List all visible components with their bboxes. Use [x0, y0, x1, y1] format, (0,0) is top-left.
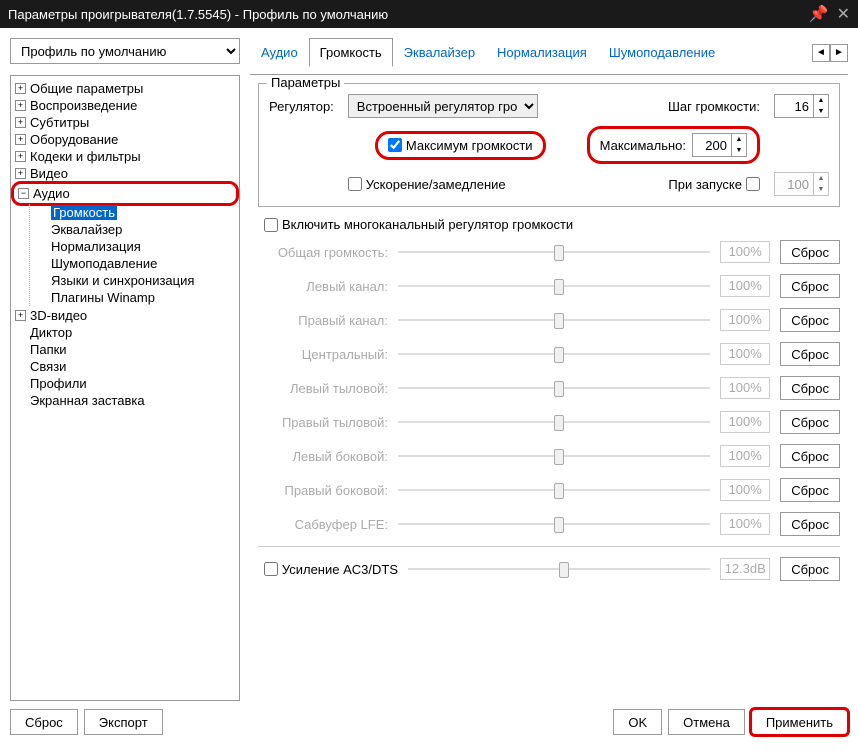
max-label: Максимально:	[600, 138, 686, 153]
channel-slider-0[interactable]	[398, 242, 710, 262]
slider-value-2: 100%	[720, 309, 770, 331]
tree-audio-eq[interactable]: Эквалайзер	[36, 222, 235, 237]
max-volume-checkbox[interactable]: Максимум громкости	[388, 138, 533, 153]
slider-reset-1[interactable]: Сброс	[780, 274, 840, 298]
tree-3d[interactable]: +3D-видео	[15, 308, 235, 323]
tab-scroll-right[interactable]: ►	[830, 44, 848, 62]
apply-button[interactable]: Применить	[751, 709, 848, 735]
tab-volume[interactable]: Громкость	[309, 38, 393, 67]
slider-value-1: 100%	[720, 275, 770, 297]
accel-checkbox[interactable]: Ускорение/замедление	[348, 177, 573, 192]
reset-button[interactable]: Сброс	[10, 709, 78, 735]
tab-normalization[interactable]: Нормализация	[486, 38, 598, 67]
ac3-checkbox[interactable]: Усиление AC3/DTS	[258, 562, 398, 577]
channel-slider-7[interactable]	[398, 480, 710, 500]
tree-audio-volume[interactable]: Громкость	[36, 205, 235, 220]
ok-button[interactable]: OK	[613, 709, 662, 735]
slider-reset-6[interactable]: Сброс	[780, 444, 840, 468]
step-input[interactable]: ▲▼	[774, 94, 829, 118]
channel-slider-1[interactable]	[398, 276, 710, 296]
slider-value-5: 100%	[720, 411, 770, 433]
tree-profiles[interactable]: Профили	[15, 376, 235, 391]
params-title: Параметры	[267, 75, 344, 90]
slider-label-2: Правый канал:	[258, 313, 388, 328]
slider-label-5: Правый тыловой:	[258, 415, 388, 430]
channel-slider-8[interactable]	[398, 514, 710, 534]
slider-label-1: Левый канал:	[258, 279, 388, 294]
tree-audio-winamp[interactable]: Плагины Winamp	[36, 290, 235, 305]
slider-label-8: Сабвуфер LFE:	[258, 517, 388, 532]
channel-slider-6[interactable]	[398, 446, 710, 466]
pin-icon[interactable]: 📌	[809, 4, 829, 24]
tree-subtitles[interactable]: +Субтитры	[15, 115, 235, 130]
tree-audio-norm[interactable]: Нормализация	[36, 239, 235, 254]
tree-assoc[interactable]: Связи	[15, 359, 235, 374]
slider-value-6: 100%	[720, 445, 770, 467]
slider-label-3: Центральный:	[258, 347, 388, 362]
slider-value-8: 100%	[720, 513, 770, 535]
regulator-label: Регулятор:	[269, 99, 334, 114]
slider-label-4: Левый тыловой:	[258, 381, 388, 396]
settings-content: Параметры Регулятор: Встроенный регулято…	[250, 74, 848, 701]
slider-value-7: 100%	[720, 479, 770, 501]
tree-codecs[interactable]: +Кодеки и фильтры	[15, 149, 235, 164]
close-icon[interactable]: ✕	[837, 4, 850, 24]
tab-equalizer[interactable]: Эквалайзер	[393, 38, 486, 67]
tree-audio-lang[interactable]: Языки и синхронизация	[36, 273, 235, 288]
tree-narrator[interactable]: Диктор	[15, 325, 235, 340]
slider-reset-5[interactable]: Сброс	[780, 410, 840, 434]
slider-label-0: Общая громкость:	[258, 245, 388, 260]
channel-slider-3[interactable]	[398, 344, 710, 364]
slider-label-6: Левый боковой:	[258, 449, 388, 464]
tab-scroll-left[interactable]: ◄	[812, 44, 830, 62]
tree-general[interactable]: +Общие параметры	[15, 81, 235, 96]
channel-slider-5[interactable]	[398, 412, 710, 432]
slider-value-3: 100%	[720, 343, 770, 365]
regulator-select[interactable]: Встроенный регулятор гро	[348, 94, 538, 118]
ac3-value: 12.3dB	[720, 558, 770, 580]
multichannel-checkbox[interactable]: Включить многоканальный регулятор громко…	[264, 217, 840, 232]
titlebar: Параметры проигрывателя(1.7.5545) - Проф…	[0, 0, 858, 28]
startup-checkbox[interactable]: При запуске	[587, 177, 760, 192]
cancel-button[interactable]: Отмена	[668, 709, 745, 735]
channel-slider-4[interactable]	[398, 378, 710, 398]
profile-selector[interactable]: Профиль по умолчанию	[10, 38, 240, 64]
window-title: Параметры проигрывателя(1.7.5545) - Проф…	[8, 7, 809, 22]
tree-hardware[interactable]: +Оборудование	[15, 132, 235, 147]
tree-screensaver[interactable]: Экранная заставка	[15, 393, 235, 408]
slider-label-7: Правый боковой:	[258, 483, 388, 498]
slider-reset-2[interactable]: Сброс	[780, 308, 840, 332]
max-input[interactable]: ▲▼	[692, 133, 747, 157]
tab-audio[interactable]: Аудио	[250, 38, 309, 67]
slider-reset-3[interactable]: Сброс	[780, 342, 840, 366]
ac3-reset[interactable]: Сброс	[780, 557, 840, 581]
export-button[interactable]: Экспорт	[84, 709, 163, 735]
tree-audio[interactable]: −Аудио	[11, 181, 239, 206]
tree-playback[interactable]: +Воспроизведение	[15, 98, 235, 113]
tab-bar: Аудио Громкость Эквалайзер Нормализация …	[250, 38, 848, 67]
step-label: Шаг громкости:	[587, 99, 760, 114]
slider-value-4: 100%	[720, 377, 770, 399]
channel-slider-2[interactable]	[398, 310, 710, 330]
tree-video[interactable]: +Видео	[15, 166, 235, 181]
ac3-slider[interactable]	[408, 559, 710, 579]
slider-reset-0[interactable]: Сброс	[780, 240, 840, 264]
tree-folders[interactable]: Папки	[15, 342, 235, 357]
tree-audio-noise[interactable]: Шумоподавление	[36, 256, 235, 271]
slider-value-0: 100%	[720, 241, 770, 263]
slider-reset-4[interactable]: Сброс	[780, 376, 840, 400]
tab-noise[interactable]: Шумоподавление	[598, 38, 726, 67]
startup-input[interactable]: ▲▼	[774, 172, 829, 196]
slider-reset-7[interactable]: Сброс	[780, 478, 840, 502]
slider-reset-8[interactable]: Сброс	[780, 512, 840, 536]
settings-tree: +Общие параметры +Воспроизведение +Субти…	[10, 75, 240, 701]
